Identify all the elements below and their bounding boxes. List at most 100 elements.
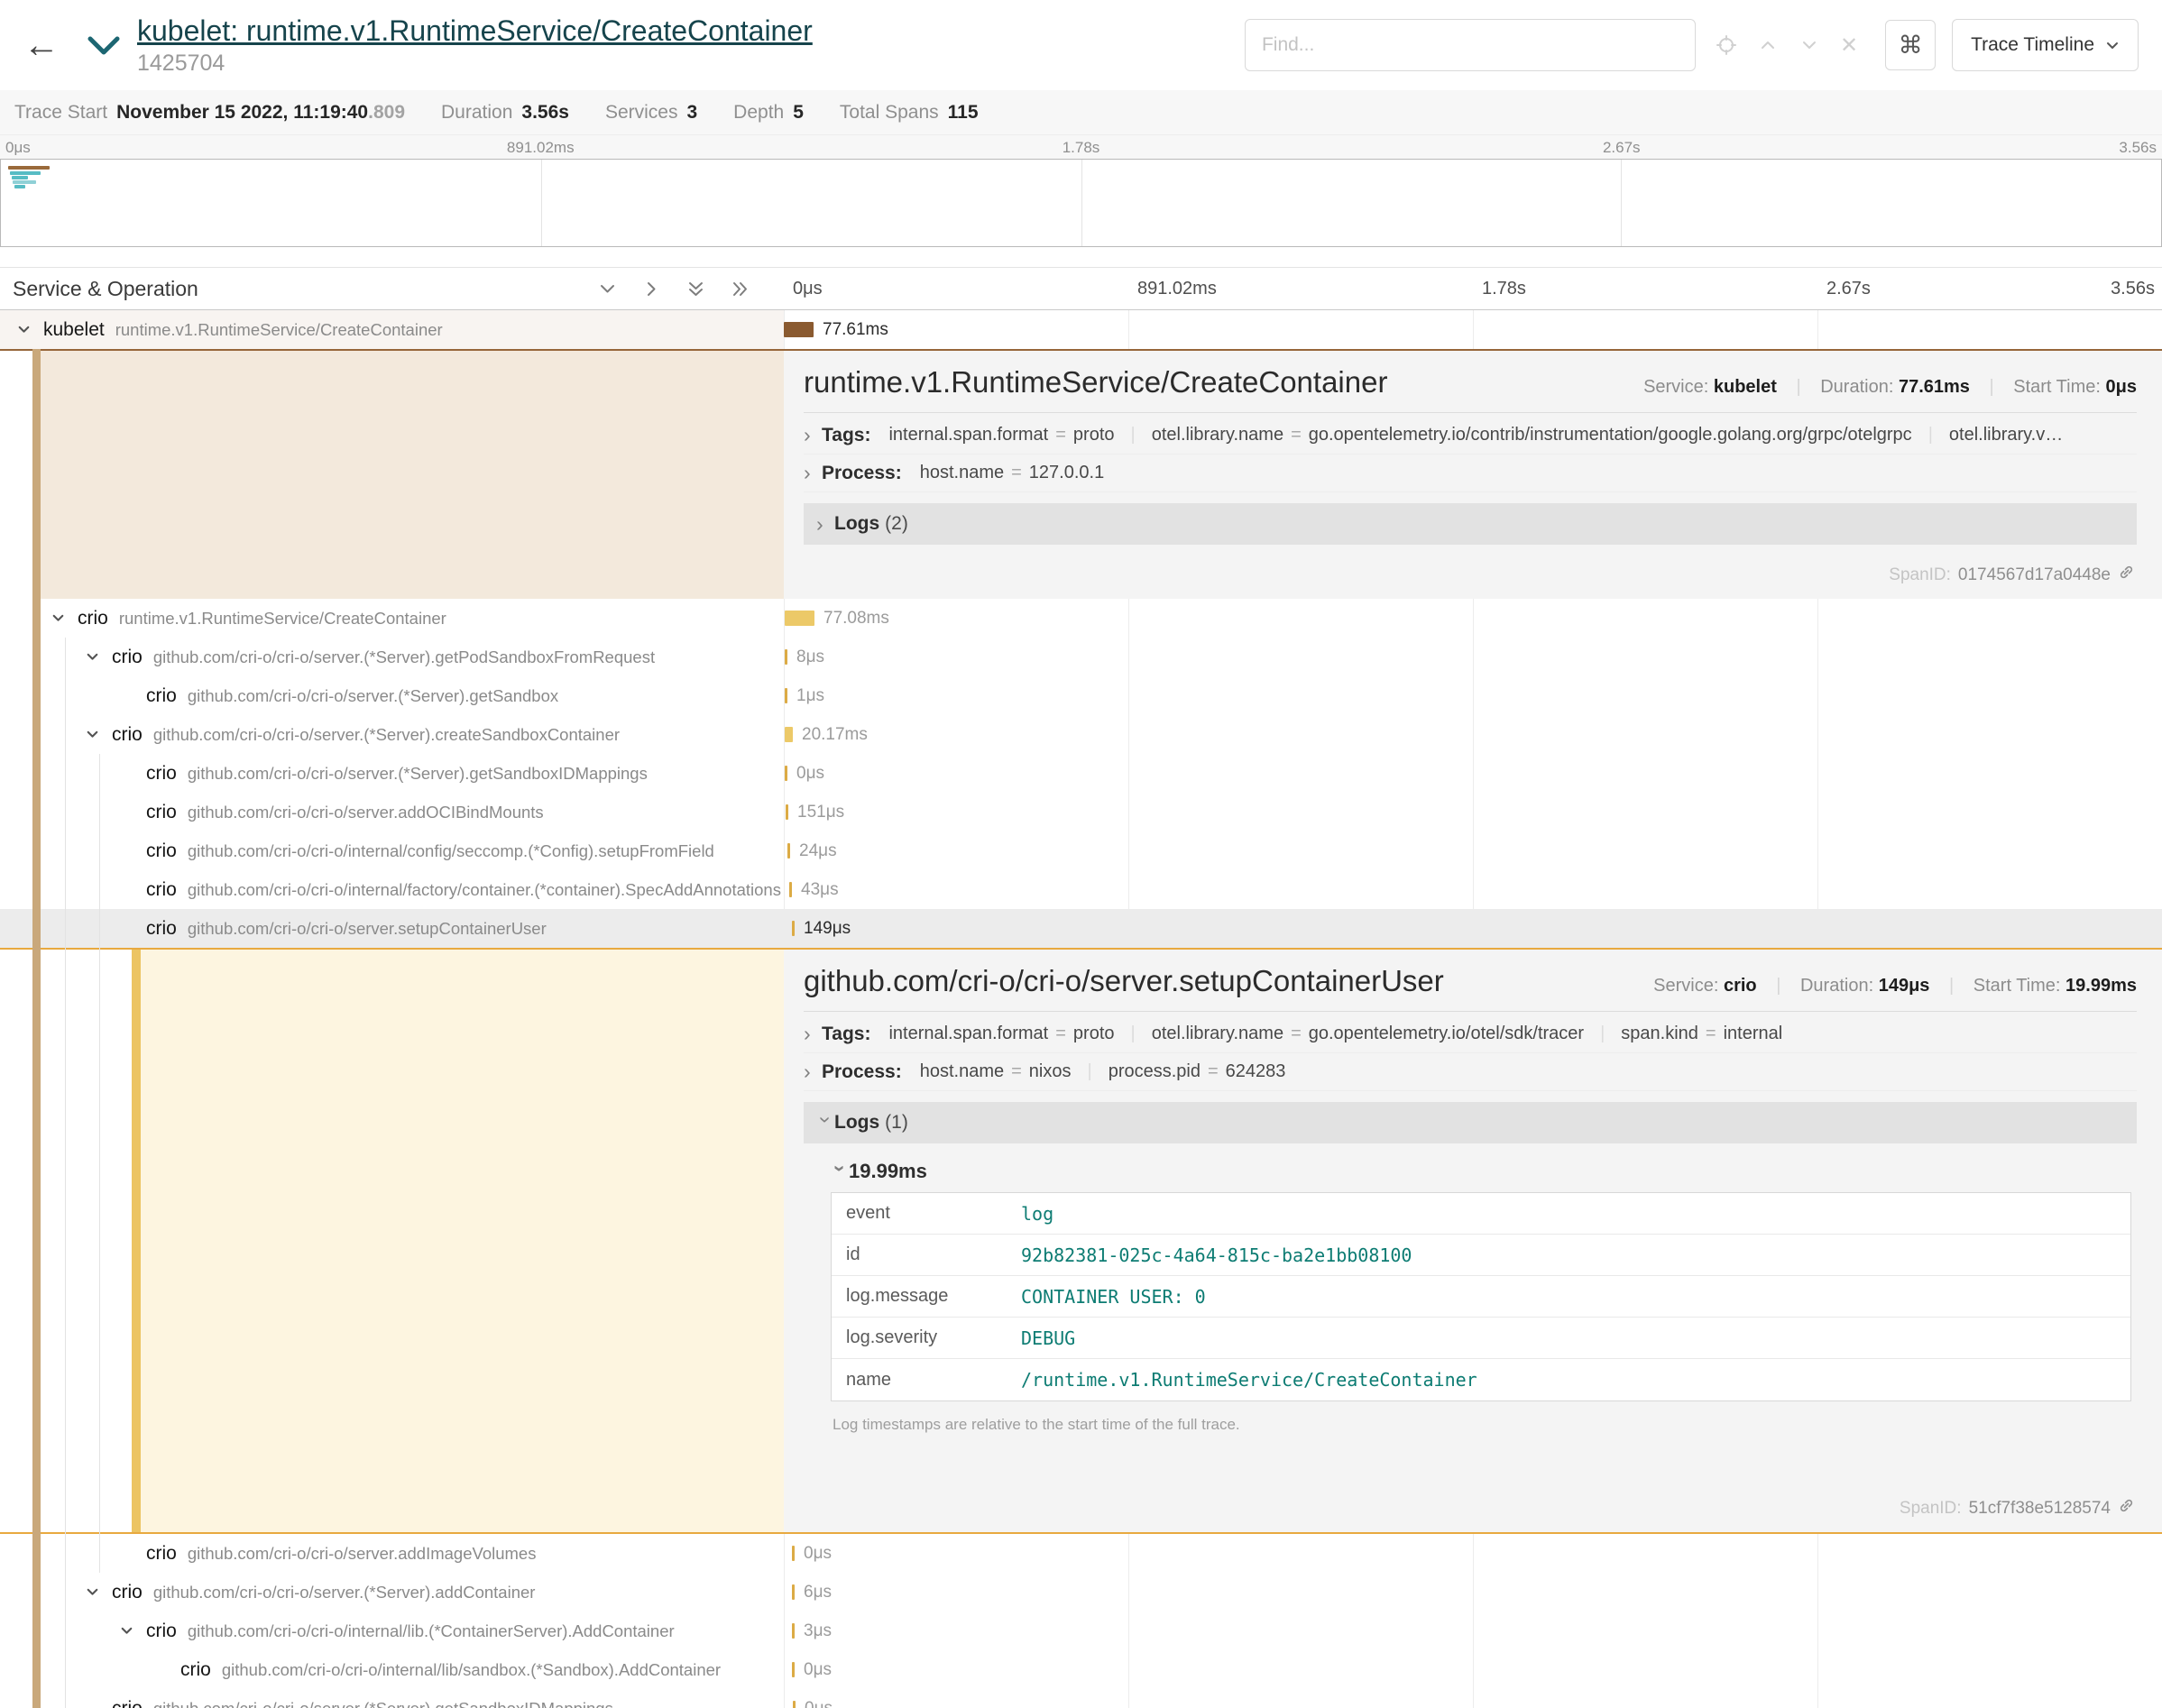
span-name-cell[interactable]: crio github.com/cri-o/cri-o/server.(*Ser… bbox=[0, 715, 784, 754]
log-field-row: log.message CONTAINER USER: 0 bbox=[832, 1276, 2130, 1318]
chevron-down-icon[interactable] bbox=[85, 649, 112, 665]
span-bar[interactable] bbox=[792, 1546, 795, 1561]
span-row[interactable]: crio github.com/cri-o/cri-o/server.(*Ser… bbox=[0, 1689, 2162, 1708]
span-name-cell[interactable]: crio github.com/cri-o/cri-o/server.addOC… bbox=[0, 793, 784, 831]
expand-one-level-icon[interactable] bbox=[642, 280, 661, 298]
prev-result-icon[interactable] bbox=[1757, 34, 1779, 56]
span-name-cell[interactable]: crio github.com/cri-o/cri-o/internal/lib… bbox=[0, 1650, 784, 1689]
next-result-icon[interactable] bbox=[1799, 34, 1820, 56]
span-row[interactable]: crio github.com/cri-o/cri-o/server.(*Ser… bbox=[0, 715, 2162, 754]
span-name-cell[interactable]: crio runtime.v1.RuntimeService/CreateCon… bbox=[0, 599, 784, 638]
minimap-canvas[interactable] bbox=[0, 159, 2162, 247]
span-operation: github.com/cri-o/cri-o/internal/factory/… bbox=[188, 880, 781, 900]
span-bar[interactable] bbox=[789, 882, 792, 897]
tags-accordion[interactable]: › Tags: internal.span.format=proto | ote… bbox=[804, 417, 2137, 455]
span-bar[interactable] bbox=[785, 766, 787, 781]
trace-title-link[interactable]: kubelet: runtime.v1.RuntimeService/Creat… bbox=[137, 14, 813, 47]
span-name-cell[interactable]: crio github.com/cri-o/cri-o/server.(*Ser… bbox=[0, 1689, 784, 1708]
chevron-down-icon[interactable] bbox=[85, 1584, 112, 1600]
chevron-down-icon[interactable] bbox=[85, 727, 112, 742]
span-name-cell[interactable]: kubelet runtime.v1.RuntimeService/Create… bbox=[0, 310, 784, 349]
span-row[interactable]: crio github.com/cri-o/cri-o/internal/lib… bbox=[0, 1612, 2162, 1650]
span-service: crio bbox=[180, 1659, 211, 1681]
span-name-cell[interactable]: crio github.com/cri-o/cri-o/internal/fac… bbox=[0, 870, 784, 909]
minimap-span bbox=[13, 180, 36, 184]
log-entry-header[interactable]: › 19.99ms bbox=[831, 1151, 2131, 1192]
chevron-down-icon[interactable] bbox=[51, 611, 78, 626]
span-name-cell[interactable]: crio github.com/cri-o/cri-o/server.(*Ser… bbox=[0, 754, 784, 793]
span-name-cell[interactable]: crio github.com/cri-o/cri-o/server.(*Ser… bbox=[0, 676, 784, 715]
collapse-all-icon[interactable] bbox=[686, 280, 705, 298]
span-row[interactable]: crio github.com/cri-o/cri-o/internal/lib… bbox=[0, 1650, 2162, 1689]
span-timeline-cell[interactable]: 43μs bbox=[784, 870, 2162, 909]
expand-all-icon[interactable] bbox=[731, 280, 750, 298]
span-bar[interactable] bbox=[784, 322, 814, 337]
trace-summary-bar: Trace StartNovember 15 2022, 11:19:40.80… bbox=[0, 90, 2162, 135]
clear-find-icon[interactable]: ✕ bbox=[1840, 32, 1858, 59]
span-bar[interactable] bbox=[792, 921, 795, 936]
span-bar[interactable] bbox=[785, 649, 787, 665]
span-timeline-cell[interactable]: 77.08ms bbox=[784, 599, 2162, 638]
span-row[interactable]: crio github.com/cri-o/cri-o/server.addIm… bbox=[0, 1534, 2162, 1573]
span-bar[interactable] bbox=[785, 727, 793, 742]
span-timeline-cell[interactable]: 8μs bbox=[784, 638, 2162, 676]
span-timeline-cell[interactable]: 24μs bbox=[784, 831, 2162, 870]
span-bar[interactable] bbox=[792, 1584, 795, 1600]
span-row[interactable]: crio github.com/cri-o/cri-o/server.(*Ser… bbox=[0, 676, 2162, 715]
span-timeline-cell[interactable]: 1μs bbox=[784, 676, 2162, 715]
span-row-selected[interactable]: crio github.com/cri-o/cri-o/server.setup… bbox=[0, 909, 2162, 948]
span-timeline-cell[interactable]: 0μs bbox=[784, 754, 2162, 793]
span-service: crio bbox=[146, 802, 177, 823]
spanid-value: 0174567d17a0448e bbox=[1958, 565, 2111, 585]
keyboard-shortcuts-button[interactable]: ⌘ bbox=[1885, 20, 1936, 70]
span-bar[interactable] bbox=[786, 804, 788, 820]
back-button[interactable]: ← bbox=[23, 27, 60, 63]
span-name-cell[interactable]: crio github.com/cri-o/cri-o/server.addIm… bbox=[0, 1534, 784, 1573]
find-input[interactable] bbox=[1245, 19, 1696, 71]
span-bar[interactable] bbox=[785, 611, 814, 626]
span-row[interactable]: kubelet runtime.v1.RuntimeService/Create… bbox=[0, 310, 2162, 349]
logs-accordion[interactable]: › Logs (2) bbox=[804, 503, 2137, 545]
span-bar[interactable] bbox=[785, 688, 787, 703]
trace-header-collapse-icon[interactable] bbox=[85, 32, 123, 59]
header-controls: ✕ ⌘ Trace Timeline bbox=[1245, 19, 2139, 71]
span-name-cell[interactable]: crio github.com/cri-o/cri-o/internal/lib… bbox=[0, 1612, 784, 1650]
span-name-cell[interactable]: crio github.com/cri-o/cri-o/server.(*Ser… bbox=[0, 638, 784, 676]
span-name-cell[interactable]: crio github.com/cri-o/cri-o/internal/con… bbox=[0, 831, 784, 870]
span-row[interactable]: crio runtime.v1.RuntimeService/CreateCon… bbox=[0, 599, 2162, 638]
span-timeline-cell[interactable]: 6μs bbox=[784, 1573, 2162, 1612]
span-timeline-cell[interactable]: 0μs bbox=[784, 1689, 2162, 1708]
process-accordion[interactable]: › Process: host.name=127.0.0.1 bbox=[804, 455, 2137, 492]
span-row[interactable]: crio github.com/cri-o/cri-o/internal/fac… bbox=[0, 870, 2162, 909]
span-operation: github.com/cri-o/cri-o/server.(*Server).… bbox=[153, 725, 620, 745]
process-accordion[interactable]: › Process: host.name=nixos | process.pid… bbox=[804, 1053, 2137, 1091]
chevron-down-icon[interactable] bbox=[119, 1623, 146, 1639]
span-row[interactable]: crio github.com/cri-o/cri-o/server.(*Ser… bbox=[0, 1573, 2162, 1612]
span-bar[interactable] bbox=[787, 843, 790, 859]
span-row[interactable]: crio github.com/cri-o/cri-o/server.(*Ser… bbox=[0, 754, 2162, 793]
span-row[interactable]: crio github.com/cri-o/cri-o/internal/con… bbox=[0, 831, 2162, 870]
span-timeline-cell[interactable]: 20.17ms bbox=[784, 715, 2162, 754]
chevron-down-icon[interactable] bbox=[16, 322, 43, 337]
span-bar[interactable] bbox=[793, 1701, 796, 1708]
tags-accordion[interactable]: › Tags: internal.span.format=proto | ote… bbox=[804, 1015, 2137, 1053]
span-timeline-cell[interactable]: 151μs bbox=[784, 793, 2162, 831]
span-row[interactable]: crio github.com/cri-o/cri-o/server.(*Ser… bbox=[0, 638, 2162, 676]
span-row[interactable]: crio github.com/cri-o/cri-o/server.addOC… bbox=[0, 793, 2162, 831]
span-timeline-cell[interactable]: 0μs bbox=[784, 1650, 2162, 1689]
collapse-one-level-icon[interactable] bbox=[598, 280, 617, 298]
span-bar[interactable] bbox=[792, 1623, 795, 1639]
copy-link-icon[interactable] bbox=[2118, 1497, 2135, 1520]
span-timeline-cell[interactable]: 0μs bbox=[784, 1534, 2162, 1573]
span-name-cell[interactable]: crio github.com/cri-o/cri-o/server.(*Ser… bbox=[0, 1573, 784, 1612]
span-timeline-cell[interactable]: 149μs bbox=[784, 909, 2162, 948]
focus-match-icon[interactable] bbox=[1716, 34, 1737, 56]
logs-accordion-expanded[interactable]: › Logs (1) bbox=[804, 1102, 2137, 1143]
trace-view-dropdown[interactable]: Trace Timeline bbox=[1952, 19, 2139, 71]
span-timeline-cell[interactable]: 3μs bbox=[784, 1612, 2162, 1650]
copy-link-icon[interactable] bbox=[2118, 564, 2135, 586]
span-timeline-cell[interactable]: 77.61ms bbox=[784, 310, 2162, 349]
log-field-row: log.severity DEBUG bbox=[832, 1318, 2130, 1359]
span-bar[interactable] bbox=[792, 1662, 795, 1677]
span-name-cell[interactable]: crio github.com/cri-o/cri-o/server.setup… bbox=[0, 909, 784, 948]
